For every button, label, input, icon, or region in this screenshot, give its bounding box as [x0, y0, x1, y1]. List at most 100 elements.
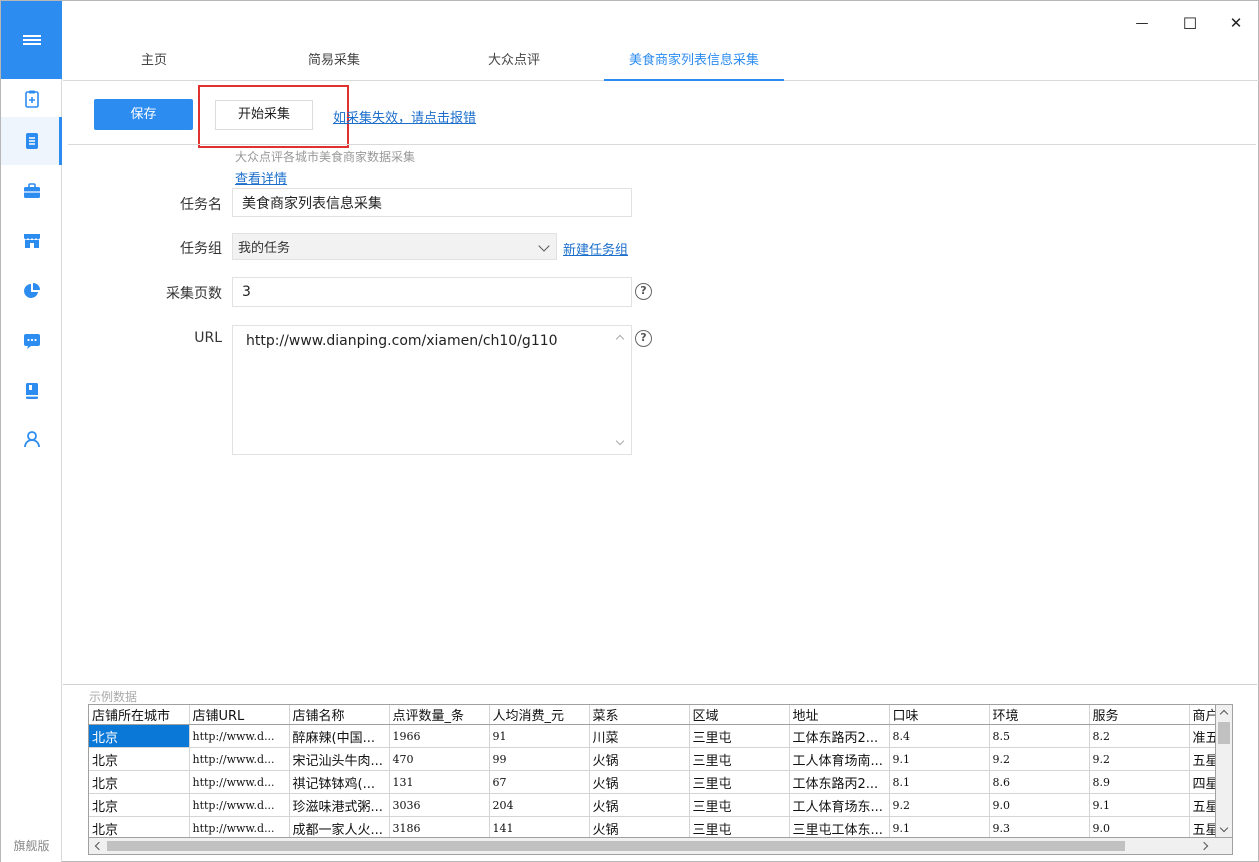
save-button[interactable]: 保存 [94, 99, 193, 130]
table-cell[interactable]: http://www.d... [189, 793, 290, 817]
sidebar-item-new-task[interactable] [1, 75, 62, 123]
table-cell[interactable]: 8.5 [989, 724, 1090, 748]
pages-help-icon[interactable]: ? [635, 283, 652, 300]
column-header[interactable]: 店铺所在城市 [89, 705, 190, 725]
table-row[interactable]: 北京 http://www.d... 祺记钵钵鸡(... 131 67 火锅 三… [89, 770, 1215, 794]
table-cell[interactable]: 67 [489, 770, 590, 794]
sidebar-item-tutorial[interactable] [1, 367, 62, 415]
table-cell[interactable]: 三里屯 [689, 793, 790, 817]
task-name-input[interactable]: 美食商家列表信息采集 [232, 188, 632, 217]
table-cell[interactable]: 141 [489, 816, 590, 837]
sidebar-item-business[interactable] [1, 167, 62, 215]
new-task-group-link[interactable]: 新建任务组 [563, 239, 628, 258]
table-cell[interactable]: http://www.d... [189, 816, 290, 837]
table-cell[interactable]: 99 [489, 747, 590, 771]
column-header[interactable]: 菜系 [589, 705, 690, 725]
table-cell[interactable]: 9.1 [889, 747, 990, 771]
column-header[interactable]: 环境 [989, 705, 1090, 725]
table-cell[interactable]: http://www.d... [189, 770, 290, 794]
url-help-icon[interactable]: ? [635, 330, 652, 347]
table-cell[interactable]: 9.3 [989, 816, 1090, 837]
table-cell[interactable]: 醉麻辣(中国... [289, 724, 390, 748]
column-header[interactable]: 点评数量_条 [389, 705, 490, 725]
scroll-thumb[interactable] [1218, 722, 1230, 744]
tab-food-merchant-list[interactable]: 美食商家列表信息采集 [604, 41, 784, 81]
table-cell[interactable]: 火锅 [589, 770, 690, 794]
table-cell[interactable]: 91 [489, 724, 590, 748]
table-cell[interactable]: 工体东路丙2... [789, 770, 890, 794]
table-cell[interactable]: 祺记钵钵鸡(... [289, 770, 390, 794]
table-cell[interactable]: 北京 [89, 724, 190, 748]
table-cell[interactable]: 3186 [389, 816, 490, 837]
report-error-link[interactable]: 如采集失效，请点击报错 [333, 107, 476, 126]
table-cell[interactable]: 三里屯工体东... [789, 816, 890, 837]
table-cell[interactable]: 204 [489, 793, 590, 817]
table-cell[interactable]: http://www.d... [189, 747, 290, 771]
table-cell[interactable]: 131 [389, 770, 490, 794]
table-cell[interactable]: 工人体育场南... [789, 747, 890, 771]
table-cell[interactable]: 工人体育场东... [789, 793, 890, 817]
table-cell[interactable]: 川菜 [589, 724, 690, 748]
table-cell[interactable]: 三里屯 [689, 770, 790, 794]
table-cell[interactable]: 火锅 [589, 793, 690, 817]
table-cell[interactable]: 四星 [1189, 770, 1215, 794]
table-cell[interactable]: 北京 [89, 816, 190, 837]
sidebar-item-store[interactable] [1, 217, 62, 265]
table-cell[interactable]: 北京 [89, 770, 190, 794]
table-cell[interactable]: 五星 [1189, 816, 1215, 837]
table-row[interactable]: 北京 http://www.d... 成都一家人火... 3186 141 火锅… [89, 816, 1215, 837]
column-header[interactable]: 店铺名称 [289, 705, 390, 725]
table-cell[interactable]: 宋记汕头牛肉... [289, 747, 390, 771]
tab-dianping[interactable]: 大众点评 [454, 41, 574, 81]
task-group-select[interactable]: 我的任务 [232, 233, 557, 260]
table-cell[interactable]: 五星 [1189, 747, 1215, 771]
sidebar-item-stats[interactable] [1, 267, 62, 315]
close-button[interactable]: ✕ [1222, 9, 1250, 37]
table-row[interactable]: 北京 http://www.d... 宋记汕头牛肉... 470 99 火锅 三… [89, 747, 1215, 771]
table-cell[interactable]: 9.1 [889, 816, 990, 837]
table-cell[interactable]: 工体东路丙2... [789, 724, 890, 748]
sidebar-item-messages[interactable] [1, 317, 62, 365]
column-header[interactable]: 人均消费_元 [489, 705, 590, 725]
pages-input[interactable]: 3 [232, 277, 632, 307]
table-cell[interactable]: 成都一家人火... [289, 816, 390, 837]
view-details-link[interactable]: 查看详情 [235, 168, 287, 187]
sample-data-grid[interactable]: 店铺所在城市 店铺URL 店铺名称 点评数量_条 人均消费_元 菜系 区域 地址… [88, 704, 1216, 838]
table-cell[interactable]: 三里屯 [689, 724, 790, 748]
table-cell[interactable]: 9.0 [989, 793, 1090, 817]
table-cell[interactable]: 470 [389, 747, 490, 771]
scroll-down-icon[interactable] [1219, 823, 1229, 833]
table-cell[interactable]: 9.2 [889, 793, 990, 817]
table-cell[interactable]: 北京 [89, 747, 190, 771]
column-header[interactable]: 店铺URL [189, 705, 290, 725]
tab-simple-collect[interactable]: 简易采集 [274, 41, 394, 81]
table-cell[interactable]: 三里屯 [689, 747, 790, 771]
maximize-button[interactable]: ☐ [1176, 9, 1204, 37]
table-cell[interactable]: 8.6 [989, 770, 1090, 794]
table-cell[interactable]: 准五 [1189, 724, 1215, 748]
table-cell[interactable]: 8.4 [889, 724, 990, 748]
minimize-button[interactable]: — [1128, 9, 1156, 37]
scroll-up-icon[interactable] [1219, 709, 1229, 719]
table-cell[interactable]: 9.2 [989, 747, 1090, 771]
column-header[interactable]: 商户 [1189, 705, 1215, 725]
scroll-thumb[interactable] [107, 841, 1125, 851]
table-cell[interactable]: 火锅 [589, 747, 690, 771]
table-cell[interactable]: 北京 [89, 793, 190, 817]
url-textarea[interactable]: http://www.dianping.com/xiamen/ch10/g110 [232, 325, 632, 455]
url-scrollbar[interactable] [613, 328, 629, 452]
tab-home[interactable]: 主页 [94, 41, 214, 81]
table-row[interactable]: 北京 http://www.d... 醉麻辣(中国... 1966 91 川菜 … [89, 724, 1215, 748]
table-cell[interactable]: 9.2 [1089, 747, 1190, 771]
table-cell[interactable]: 9.0 [1089, 816, 1190, 837]
table-cell[interactable]: 8.1 [889, 770, 990, 794]
table-cell[interactable]: 8.2 [1089, 724, 1190, 748]
menu-button[interactable] [1, 1, 62, 79]
table-cell[interactable]: 三里屯 [689, 816, 790, 837]
grid-horizontal-scrollbar[interactable] [88, 838, 1233, 855]
table-cell[interactable]: 9.1 [1089, 793, 1190, 817]
table-row[interactable]: 北京 http://www.d... 珍滋味港式粥... 3036 204 火锅… [89, 793, 1215, 817]
column-header[interactable]: 服务 [1089, 705, 1190, 725]
sidebar-item-account[interactable] [1, 415, 62, 463]
column-header[interactable]: 口味 [889, 705, 990, 725]
